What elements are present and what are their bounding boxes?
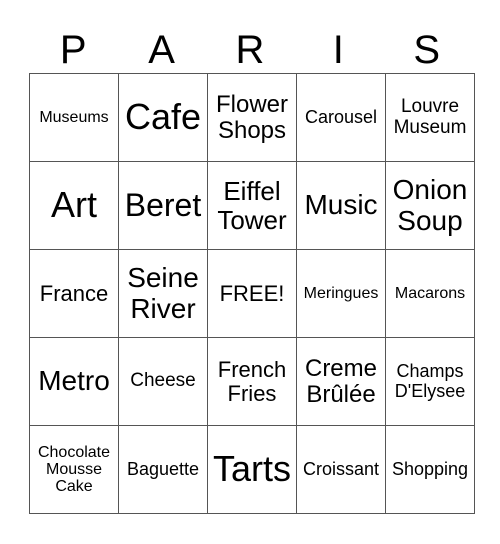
board-row: Chocolate Mousse Cake Baguette Tarts Cro…: [29, 425, 475, 514]
bingo-cell[interactable]: Eiffel Tower: [207, 161, 297, 250]
bingo-cell[interactable]: Museums: [29, 73, 119, 162]
board-row: France Seine River FREE! Meringues Macar…: [29, 249, 475, 338]
board-row: Museums Cafe Flower Shops Carousel Louvr…: [29, 73, 475, 162]
bingo-cell[interactable]: Tarts: [207, 425, 297, 514]
bingo-cell[interactable]: Onion Soup: [385, 161, 475, 250]
bingo-cell[interactable]: Seine River: [118, 249, 208, 338]
bingo-cell[interactable]: Flower Shops: [207, 73, 297, 162]
bingo-cell[interactable]: Art: [29, 161, 119, 250]
bingo-cell[interactable]: Cheese: [118, 337, 208, 426]
free-space[interactable]: FREE!: [207, 249, 297, 338]
bingo-cell[interactable]: Music: [296, 161, 386, 250]
bingo-cell[interactable]: Meringues: [296, 249, 386, 338]
bingo-cell[interactable]: Cafe: [118, 73, 208, 162]
bingo-cell[interactable]: Baguette: [118, 425, 208, 514]
header-letter: I: [332, 28, 344, 72]
board-row: Art Beret Eiffel Tower Music Onion Soup: [29, 161, 475, 250]
header-letter: S: [413, 28, 441, 72]
bingo-cell[interactable]: Carousel: [296, 73, 386, 162]
bingo-cell[interactable]: Champs D'Elysee: [385, 337, 475, 426]
bingo-cell[interactable]: French Fries: [207, 337, 297, 426]
bingo-cell[interactable]: Chocolate Mousse Cake: [29, 425, 119, 514]
header-letter: A: [148, 28, 175, 72]
bingo-cell[interactable]: Creme Brûlée: [296, 337, 386, 426]
bingo-board: Museums Cafe Flower Shops Carousel Louvr…: [29, 73, 475, 514]
bingo-cell[interactable]: Louvre Museum: [385, 73, 475, 162]
bingo-cell[interactable]: Shopping: [385, 425, 475, 514]
bingo-cell[interactable]: Beret: [118, 161, 208, 250]
bingo-cell[interactable]: Croissant: [296, 425, 386, 514]
header-letter: P: [59, 28, 87, 72]
bingo-header: P A R I S: [29, 28, 471, 72]
bingo-cell[interactable]: France: [29, 249, 119, 338]
board-row: Metro Cheese French Fries Creme Brûlée C…: [29, 337, 475, 426]
bingo-cell[interactable]: Macarons: [385, 249, 475, 338]
header-letter: R: [235, 28, 265, 72]
bingo-cell[interactable]: Metro: [29, 337, 119, 426]
